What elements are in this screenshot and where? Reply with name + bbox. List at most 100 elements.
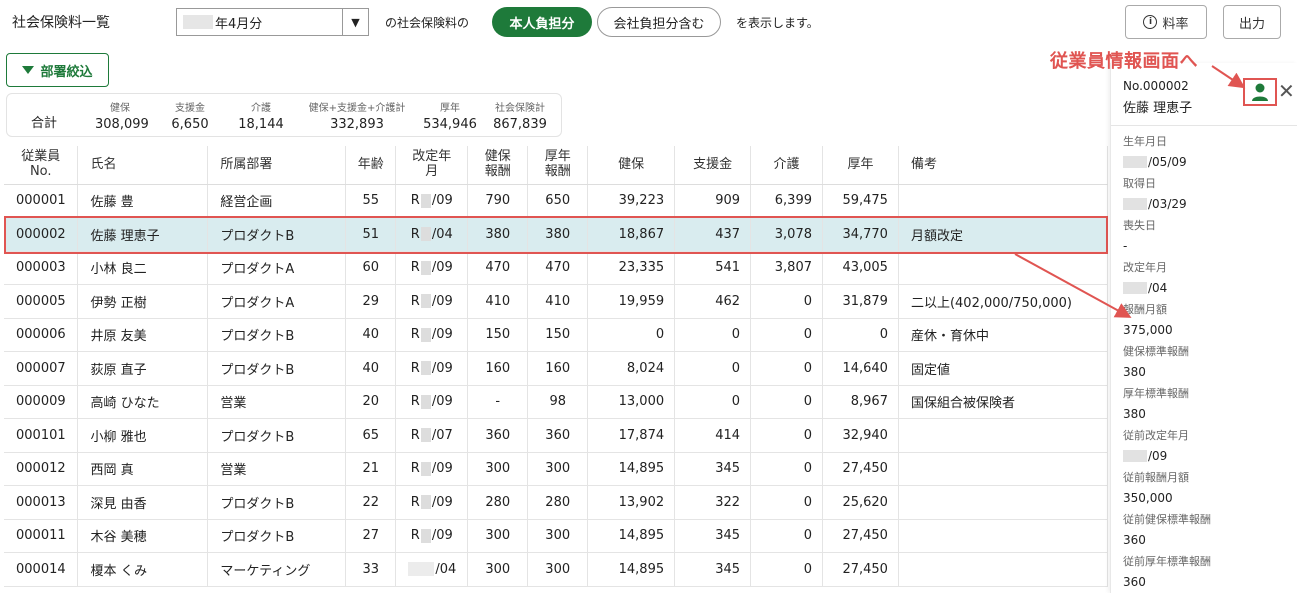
- cell-kounen: 27,450: [822, 552, 899, 587]
- header-text: 健保: [484, 149, 511, 165]
- cell-revision: R/09: [395, 318, 469, 352]
- detail-field: 従前健保標準報酬 360: [1123, 511, 1211, 547]
- month-select-value: 年4月分: [177, 9, 342, 35]
- revision-month: /04: [431, 226, 453, 242]
- cell-name: 榎本 くみ: [77, 552, 209, 587]
- table-row[interactable]: 000003 小林 良二 プロダクトA 60 R/09 470 470 23,335 541 3,…: [4, 251, 1108, 285]
- detail-field: 取得日/03/29: [1123, 175, 1187, 211]
- detail-field-value-row: 380: [1123, 407, 1189, 421]
- cell-age: 60: [345, 251, 397, 285]
- col-emp-no[interactable]: 従業員 No.: [4, 146, 79, 185]
- cell-kaigo: 0: [750, 284, 823, 319]
- col-age[interactable]: 年齢: [345, 146, 397, 185]
- cell-shien: 462: [674, 284, 752, 319]
- table-row[interactable]: 000101 小柳 雅也 プロダクトB 65 R/07 360 360 17,874 414 0 3…: [4, 418, 1108, 453]
- detail-field-value-row: 375,000: [1123, 323, 1173, 337]
- output-button[interactable]: 出力: [1223, 5, 1281, 39]
- cell-remarks: [898, 485, 1108, 520]
- table-row[interactable]: 000005 伊勢 正樹 プロダクトA 29 R/09 410 410 19,959 462 0 3…: [4, 284, 1108, 319]
- table-row[interactable]: 000006 井原 友美 プロダクトB 40 R/09 150 150 0 0 0 0 産休・育休中: [4, 318, 1108, 352]
- cell-kenpo-remuneration: 410: [467, 284, 529, 319]
- cell-kenpo-remuneration: 470: [467, 251, 529, 285]
- col-dept[interactable]: 所属部署: [207, 146, 347, 185]
- month-select[interactable]: 年4月分 ▼: [176, 8, 369, 36]
- info-icon: i: [1143, 15, 1158, 29]
- chevron-down-icon[interactable]: ▼: [342, 9, 368, 35]
- cell-age: 51: [345, 217, 397, 252]
- cell-kenpo: 14,895: [587, 452, 676, 486]
- cell-kaigo: 0: [750, 318, 823, 352]
- cell-kounen-remuneration: 380: [527, 217, 589, 252]
- cell-remarks: 国保組合被保険者: [898, 385, 1108, 419]
- col-revision[interactable]: 改定年月: [395, 146, 469, 185]
- cell-age: 55: [345, 184, 397, 218]
- totals-label: 合計: [31, 116, 58, 131]
- cell-remarks: [898, 452, 1108, 486]
- close-icon[interactable]: ✕: [1278, 80, 1295, 102]
- cell-kounen-remuneration: 410: [527, 284, 589, 319]
- total-value: 308,099: [95, 117, 149, 132]
- cell-name: 佐藤 豊: [77, 184, 209, 218]
- cell-kounen: 34,770: [822, 217, 899, 252]
- detail-field-label: 従前厚年標準報酬: [1123, 555, 1211, 568]
- cell-dept: プロダクトB: [207, 318, 347, 352]
- col-kenpo-remuneration[interactable]: 健保 報酬: [467, 146, 529, 185]
- table-row[interactable]: 000009 高崎 ひなた 営業 20 R/09-98 13,000 0 0 8,967 国保組合…: [4, 385, 1108, 419]
- col-shien[interactable]: 支援金: [674, 146, 752, 185]
- company-share-button[interactable]: 会社負担分含む: [597, 7, 721, 37]
- page-title: 社会保険料一覧: [12, 15, 110, 31]
- cell-kounen: 0: [822, 318, 899, 352]
- rate-button[interactable]: i 料率: [1125, 5, 1207, 39]
- cell-name: 深見 由香: [77, 485, 209, 520]
- table-row[interactable]: 000012 西岡 真営業 21 R/09 300 300 14,895 345 0 27,450: [4, 452, 1108, 486]
- revision-era: R: [410, 193, 420, 209]
- employee-share-button[interactable]: 本人負担分: [492, 7, 592, 37]
- col-name[interactable]: 氏名: [77, 146, 209, 185]
- cell-remarks: 二以上(402,000/750,000): [898, 284, 1108, 319]
- user-icon-svg: [1252, 83, 1268, 101]
- table-header-row: 従業員 No. 氏名 所属部署 年齢 改定年月 健保 報酬 厚年 報酬 健保 支援金 …: [4, 146, 1108, 185]
- cell-shien: 345: [674, 452, 752, 486]
- table-row[interactable]: 000014 榎本 くみ マーケティング 33/04 300 300 14,895 345 0 2…: [4, 552, 1108, 587]
- col-remarks[interactable]: 備考: [898, 146, 1108, 185]
- cell-revision: R/09: [395, 251, 469, 285]
- user-icon[interactable]: [1243, 78, 1277, 106]
- cell-kaigo: 0: [750, 485, 823, 520]
- table-row[interactable]: 000013 深見 由香 プロダクトB 22 R/09 280 280 13,902 322 0 2…: [4, 485, 1108, 520]
- total-value: 18,144: [238, 117, 284, 132]
- table-row[interactable]: 000002 佐藤 理恵子 プロダクトB 51 R/04 380 380 18,867 437 3…: [4, 217, 1108, 252]
- cell-dept: プロダクトA: [207, 251, 347, 285]
- department-filter-button[interactable]: 部署絞込: [6, 53, 109, 87]
- cell-revision: R/04: [395, 217, 469, 252]
- total-shien: 支援金 6,650: [167, 99, 213, 132]
- cell-kaigo: 0: [750, 452, 823, 486]
- cell-shien: 0: [674, 351, 752, 386]
- col-kenpo[interactable]: 健保: [587, 146, 676, 185]
- cell-age: 65: [345, 418, 397, 453]
- revision-era: R: [410, 494, 420, 510]
- table-row[interactable]: 000007 荻原 直子 プロダクトB 40 R/09 160 160 8,024 0 0 14,6…: [4, 351, 1108, 386]
- cell-dept: プロダクトB: [207, 351, 347, 386]
- col-kaigo[interactable]: 介護: [750, 146, 823, 185]
- cell-kenpo-remuneration: 160: [467, 351, 529, 386]
- cell-age: 27: [345, 519, 397, 553]
- cell-kounen-remuneration: 360: [527, 418, 589, 453]
- col-kounen-remuneration[interactable]: 厚年 報酬: [527, 146, 589, 185]
- table-row[interactable]: 000001 佐藤 豊経営企画 55 R/09 790 650 39,223 909 6,399…: [4, 184, 1108, 218]
- cell-emp-no: 000011: [4, 519, 79, 553]
- of-insurance-text: の社会保険料の: [385, 16, 470, 30]
- cell-age: 20: [345, 385, 397, 419]
- detail-field-value-row: /09: [1123, 449, 1189, 463]
- redacted-year: [420, 461, 431, 476]
- table-row[interactable]: 000011 木谷 美穂 プロダクトB 27 R/09 300 300 14,895 345 0 2…: [4, 519, 1108, 553]
- cell-dept: プロダクトB: [207, 519, 347, 553]
- cell-revision: /04: [395, 552, 469, 587]
- cell-shien: 0: [674, 385, 752, 419]
- detail-field-value: /09: [1148, 449, 1168, 463]
- revision-month: /07: [431, 427, 453, 443]
- detail-field: 従前厚年標準報酬 360: [1123, 553, 1211, 589]
- cell-remarks: [898, 552, 1108, 587]
- cell-age: 21: [345, 452, 397, 486]
- cell-kenpo: 17,874: [587, 418, 676, 453]
- col-kounen[interactable]: 厚年: [822, 146, 899, 185]
